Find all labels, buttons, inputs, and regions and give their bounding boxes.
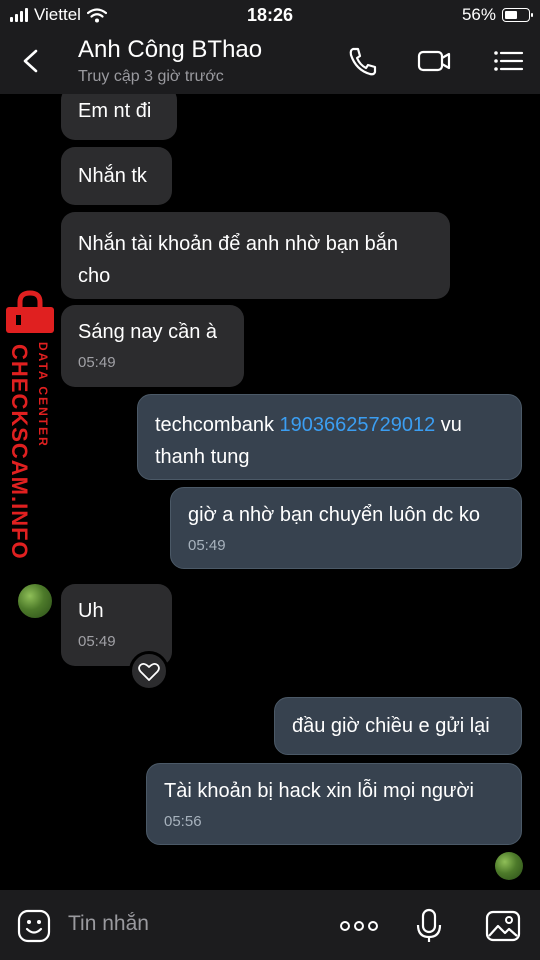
chat-header: Anh Công BThao Truy cập 3 giờ trước bbox=[0, 30, 540, 94]
message-incoming[interactable]: Nhắn tk bbox=[61, 147, 172, 205]
clock: 18:26 bbox=[246, 5, 294, 25]
video-call-icon[interactable] bbox=[416, 44, 452, 78]
message-outgoing[interactable]: techcombank 19036625729012 vu thanh tung bbox=[137, 394, 522, 480]
message-text: giờ a nhờ bạn chuyển luôn dc ko bbox=[188, 504, 480, 526]
status-bar: Viettel 18:26 56% bbox=[0, 0, 540, 30]
message-text: Em nt đi bbox=[78, 100, 152, 122]
message-incoming[interactable]: Em nt đi bbox=[61, 94, 177, 140]
image-icon[interactable] bbox=[485, 908, 521, 944]
seen-avatar bbox=[495, 852, 523, 880]
message-text: Tài khoản bị hack xin lỗi mọi người bbox=[164, 780, 474, 802]
watermark-main: CHECKSCAM.INFO bbox=[7, 344, 32, 560]
sticker-icon[interactable] bbox=[16, 908, 52, 944]
watermark-sub: DATA CENTER bbox=[36, 342, 50, 448]
account-number-link[interactable]: 19036625729012 bbox=[280, 414, 436, 436]
contact-name[interactable]: Anh Công BThao bbox=[78, 36, 262, 64]
message-time: 05:49 bbox=[188, 537, 226, 554]
battery-icon bbox=[502, 8, 533, 22]
battery-info: 56% bbox=[461, 5, 533, 25]
message-time: 05:49 bbox=[78, 354, 116, 371]
back-icon[interactable] bbox=[14, 44, 48, 78]
microphone-icon[interactable] bbox=[411, 908, 447, 944]
last-seen: Truy cập 3 giờ trước bbox=[78, 68, 224, 85]
lock-icon bbox=[6, 290, 54, 333]
composer-bar bbox=[0, 890, 540, 960]
message-list[interactable]: Em nt đi Nhắn tk Nhắn tài khoản để anh n… bbox=[0, 94, 540, 890]
menu-icon[interactable] bbox=[490, 44, 526, 78]
message-text: cho bbox=[78, 265, 111, 287]
message-time: 05:56 bbox=[164, 813, 202, 830]
message-text: Nhắn tài khoản để anh nhờ bạn bắn bbox=[78, 233, 399, 255]
battery-percent: 56% bbox=[461, 5, 496, 24]
heart-icon bbox=[138, 662, 160, 681]
message-text: techcombank bbox=[155, 414, 280, 436]
message-input[interactable] bbox=[68, 904, 308, 944]
message-text: Sáng nay cần à bbox=[78, 321, 217, 343]
avatar[interactable] bbox=[18, 584, 52, 618]
reaction-button[interactable] bbox=[129, 651, 169, 691]
message-incoming[interactable]: Nhắn tài khoản để anh nhờ bạn bắn cho bbox=[61, 212, 450, 299]
message-outgoing[interactable]: Tài khoản bị hack xin lỗi mọi người 05:5… bbox=[146, 763, 522, 845]
watermark: CHECKSCAM.INFO DATA CENTER bbox=[2, 290, 62, 570]
message-text: Uh bbox=[78, 600, 104, 622]
message-text: Nhắn tk bbox=[78, 165, 147, 187]
message-time: 05:49 bbox=[78, 633, 116, 650]
message-incoming[interactable]: Sáng nay cần à 05:49 bbox=[61, 305, 244, 387]
message-outgoing[interactable]: giờ a nhờ bạn chuyển luôn dc ko 05:49 bbox=[170, 487, 522, 569]
message-outgoing[interactable]: đầu giờ chiều e gửi lại bbox=[274, 697, 522, 755]
message-text: đầu giờ chiều e gửi lại bbox=[292, 715, 490, 737]
more-icon[interactable] bbox=[338, 908, 380, 944]
phone-icon[interactable] bbox=[345, 44, 381, 78]
